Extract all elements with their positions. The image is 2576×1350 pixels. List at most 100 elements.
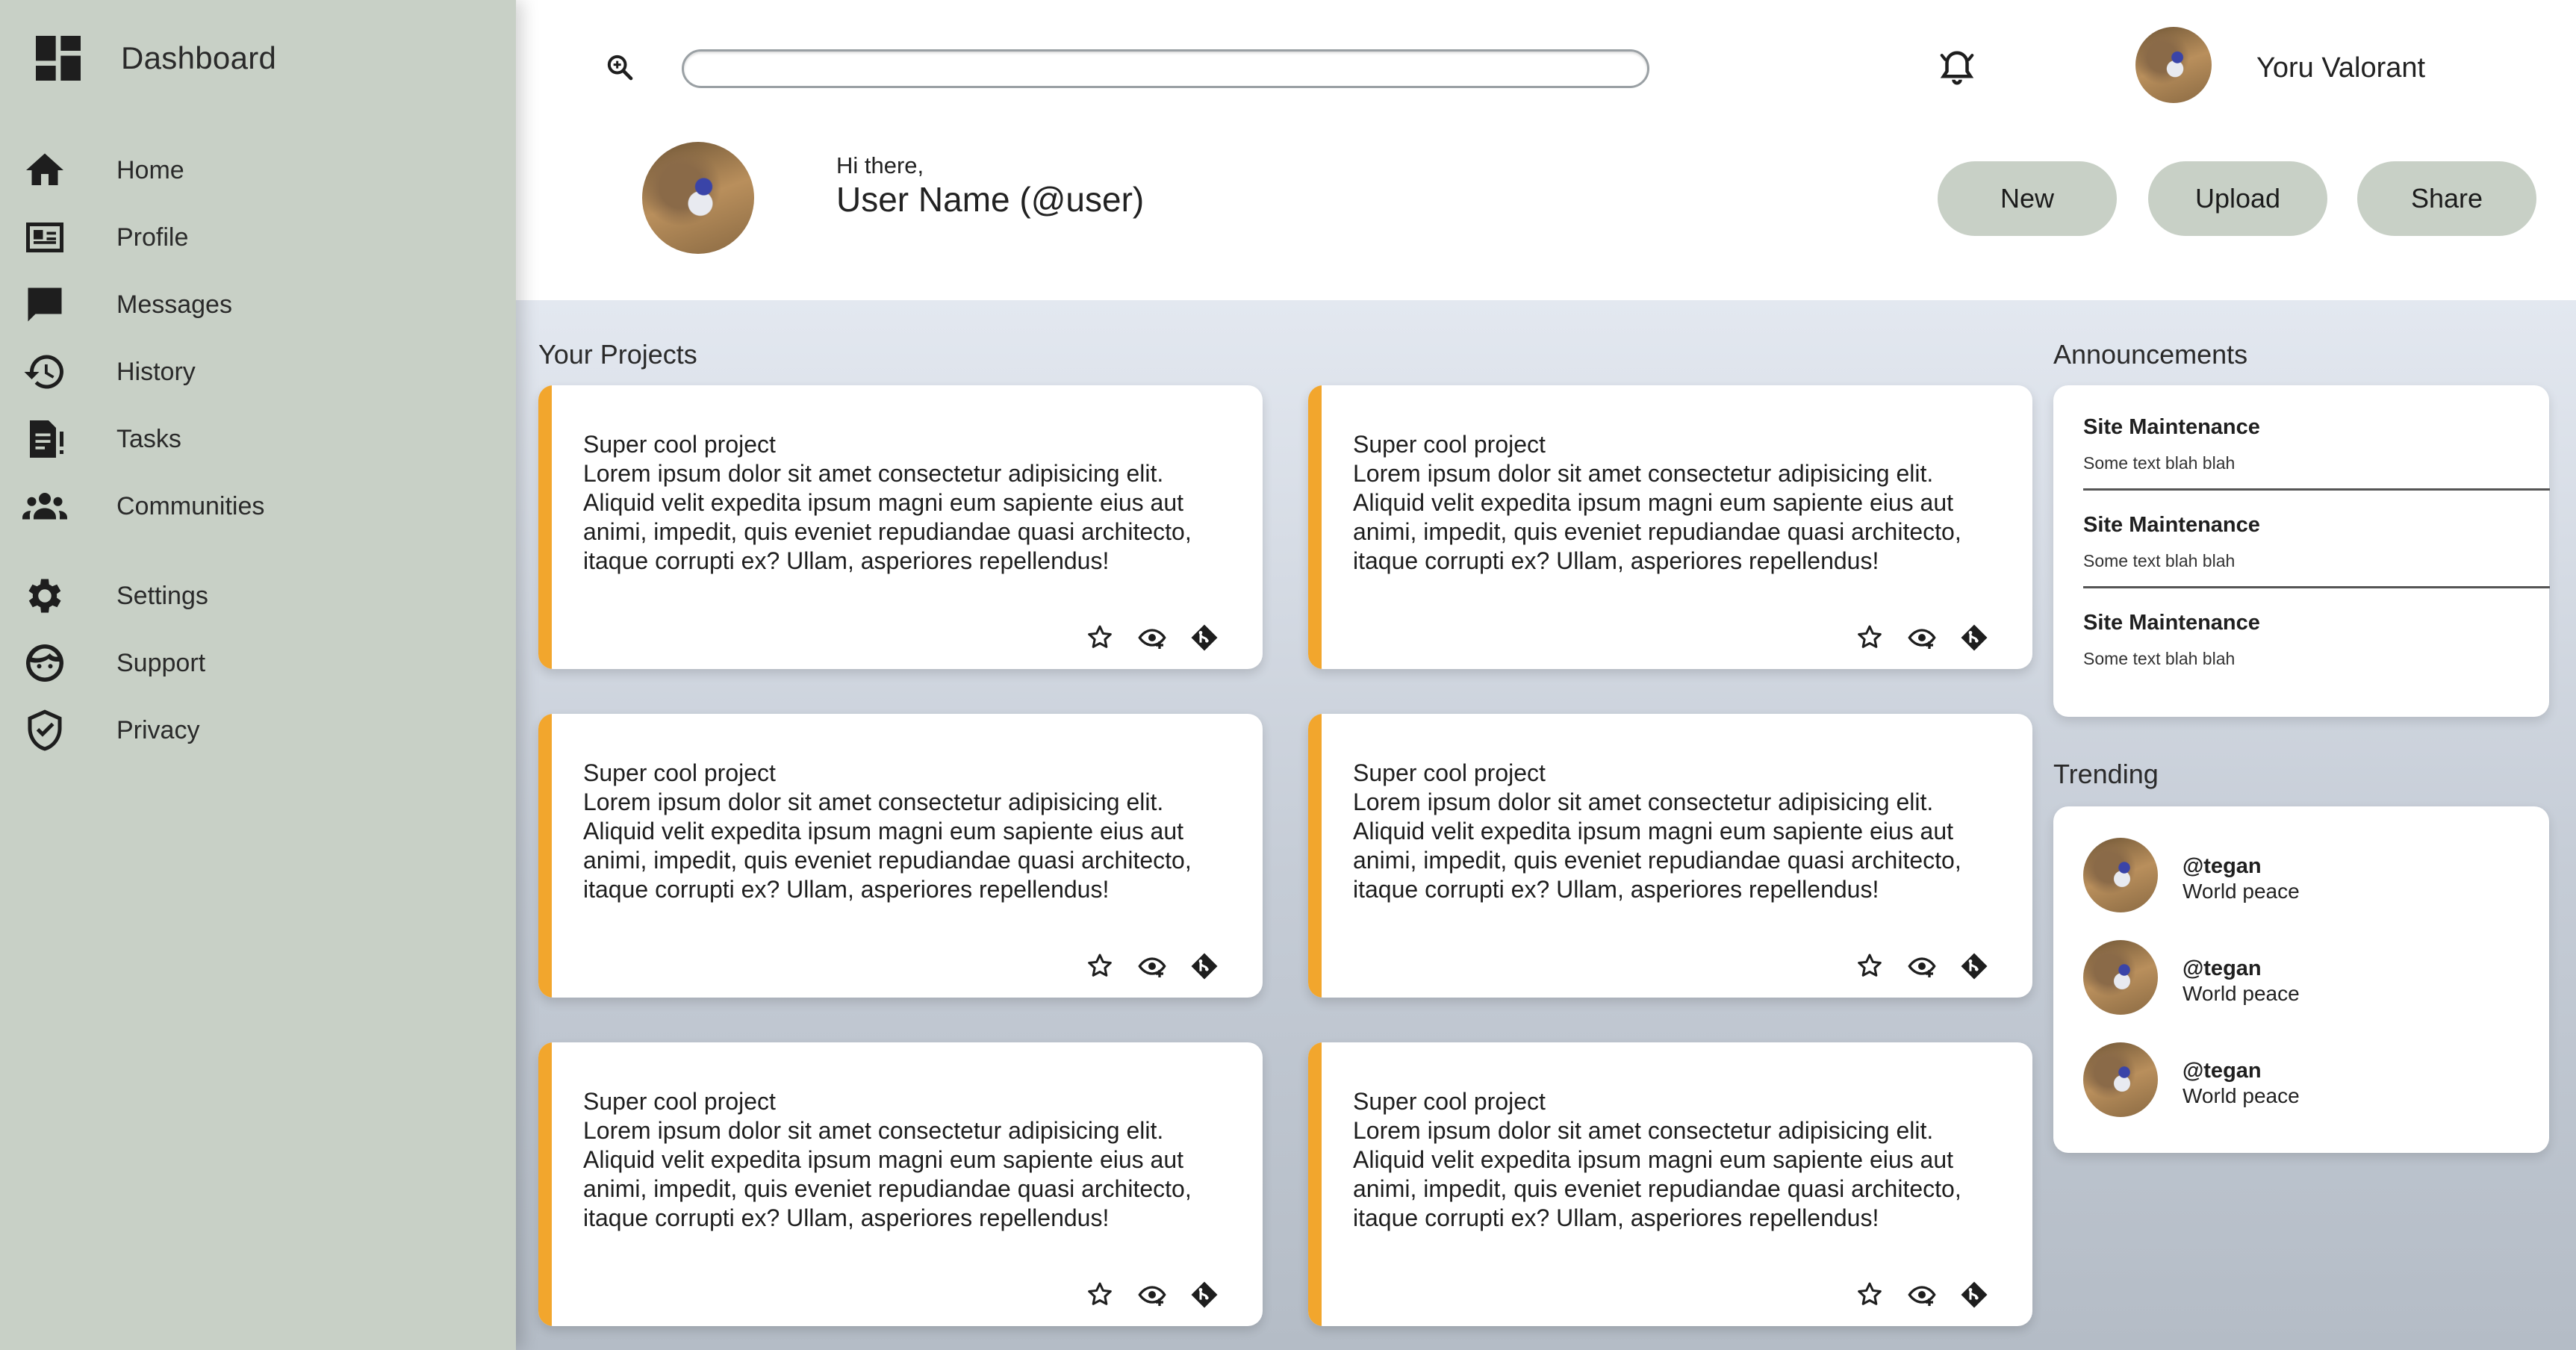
project-card[interactable]: Super cool project Lorem ipsum dolor sit… bbox=[538, 714, 1263, 998]
sidebar-item-communities[interactable]: Communities bbox=[0, 476, 516, 536]
project-card[interactable]: Super cool project Lorem ipsum dolor sit… bbox=[538, 385, 1263, 669]
project-title: Super cool project bbox=[583, 431, 776, 458]
sidebar-item-label: Settings bbox=[116, 581, 208, 610]
card-accent-bar bbox=[1308, 385, 1322, 669]
card-actions bbox=[1855, 951, 1989, 981]
gear-icon bbox=[21, 572, 69, 620]
project-title: Super cool project bbox=[583, 1088, 776, 1115]
support-icon bbox=[21, 639, 69, 687]
fork-icon[interactable] bbox=[1959, 623, 1989, 653]
search-input[interactable] bbox=[682, 49, 1649, 88]
dashboard-icon bbox=[36, 36, 81, 81]
star-icon[interactable] bbox=[1855, 623, 1885, 653]
tasks-icon bbox=[21, 415, 69, 463]
project-card[interactable]: Super cool project Lorem ipsum dolor sit… bbox=[1308, 714, 2032, 998]
trending-text: World peace bbox=[2183, 880, 2300, 903]
sidebar-item-support[interactable]: Support bbox=[0, 633, 516, 693]
trending-handle: @tegan bbox=[2183, 956, 2262, 980]
share-button[interactable]: Share bbox=[2357, 161, 2536, 236]
project-description: Lorem ipsum dolor sit amet consectetur a… bbox=[1353, 788, 1961, 903]
profile-avatar bbox=[642, 142, 754, 254]
card-accent-bar bbox=[1308, 714, 1322, 998]
avatar bbox=[2083, 1042, 2158, 1117]
star-icon[interactable] bbox=[1855, 1280, 1885, 1310]
card-actions bbox=[1085, 623, 1219, 653]
main-content: Your Projects Super cool project Lorem i… bbox=[516, 300, 2576, 1350]
trending-item[interactable]: @tegan World peace bbox=[2083, 940, 2531, 1015]
card-actions bbox=[1855, 623, 1989, 653]
group-icon bbox=[21, 482, 69, 530]
trending-handle: @tegan bbox=[2183, 854, 2262, 878]
sidebar-item-privacy[interactable]: Privacy bbox=[0, 700, 516, 760]
project-description: Lorem ipsum dolor sit amet consectetur a… bbox=[583, 460, 1192, 574]
project-title: Super cool project bbox=[1353, 431, 1546, 458]
shield-icon bbox=[21, 706, 69, 754]
sidebar-item-settings[interactable]: Settings bbox=[0, 566, 516, 626]
project-card[interactable]: Super cool project Lorem ipsum dolor sit… bbox=[1308, 385, 2032, 669]
project-description: Lorem ipsum dolor sit amet consectetur a… bbox=[1353, 1117, 1961, 1231]
user-handle: User Name (@user) bbox=[836, 180, 1145, 219]
divider bbox=[2083, 488, 2550, 491]
sidebar-item-label: Communities bbox=[116, 491, 265, 520]
card-accent-bar bbox=[1308, 1042, 1322, 1326]
fork-icon[interactable] bbox=[1189, 951, 1219, 981]
watch-icon[interactable] bbox=[1137, 1280, 1167, 1310]
id-card-icon bbox=[21, 214, 69, 261]
trending-text: World peace bbox=[2183, 982, 2300, 1005]
announcement-item[interactable]: Site Maintenance Some text blah blah bbox=[2083, 415, 2550, 473]
project-card[interactable]: Super cool project Lorem ipsum dolor sit… bbox=[1308, 1042, 2032, 1326]
announcement-item[interactable]: Site Maintenance Some text blah blah bbox=[2083, 513, 2550, 571]
brand[interactable]: Dashboard bbox=[28, 28, 276, 88]
avatar bbox=[2083, 940, 2158, 1015]
fork-icon[interactable] bbox=[1189, 1280, 1219, 1310]
user-name[interactable]: Yoru Valorant bbox=[2256, 52, 2425, 84]
header: Yoru Valorant Hi there, User Name (@user… bbox=[516, 0, 2576, 300]
watch-icon[interactable] bbox=[1137, 623, 1167, 653]
card-actions bbox=[1085, 951, 1219, 981]
history-icon bbox=[21, 348, 69, 396]
bell-icon[interactable] bbox=[1937, 48, 1977, 88]
sidebar-item-tasks[interactable]: Tasks bbox=[0, 409, 516, 469]
trending-handle: @tegan bbox=[2183, 1059, 2262, 1083]
star-icon[interactable] bbox=[1085, 1280, 1115, 1310]
sidebar-item-messages[interactable]: Messages bbox=[0, 275, 516, 335]
projects-title: Your Projects bbox=[538, 339, 697, 370]
announcements-panel: Site Maintenance Some text blah blah Sit… bbox=[2053, 385, 2550, 717]
greeting-text: Hi there, bbox=[836, 152, 924, 178]
trending-item[interactable]: @tegan World peace bbox=[2083, 838, 2531, 912]
announcement-title: Site Maintenance bbox=[2083, 415, 2260, 439]
announcement-title: Site Maintenance bbox=[2083, 513, 2260, 537]
watch-icon[interactable] bbox=[1907, 951, 1937, 981]
brand-title: Dashboard bbox=[121, 40, 277, 75]
star-icon[interactable] bbox=[1085, 951, 1115, 981]
sidebar-item-home[interactable]: Home bbox=[0, 140, 516, 200]
chat-icon bbox=[21, 281, 69, 329]
project-title: Super cool project bbox=[1353, 759, 1546, 786]
avatar[interactable] bbox=[2135, 27, 2212, 103]
sidebar-item-history[interactable]: History bbox=[0, 342, 516, 402]
watch-icon[interactable] bbox=[1907, 1280, 1937, 1310]
project-card[interactable]: Super cool project Lorem ipsum dolor sit… bbox=[538, 1042, 1263, 1326]
trending-title: Trending bbox=[2053, 759, 2159, 789]
announcements-title: Announcements bbox=[2053, 339, 2248, 370]
announcement-item[interactable]: Site Maintenance Some text blah blah bbox=[2083, 611, 2550, 669]
announcement-text: Some text blah blah bbox=[2083, 453, 2236, 473]
project-title: Super cool project bbox=[583, 759, 776, 786]
trending-item[interactable]: @tegan World peace bbox=[2083, 1042, 2531, 1117]
search-icon[interactable] bbox=[605, 52, 635, 82]
fork-icon[interactable] bbox=[1959, 951, 1989, 981]
star-icon[interactable] bbox=[1085, 623, 1115, 653]
watch-icon[interactable] bbox=[1907, 623, 1937, 653]
new-button[interactable]: New bbox=[1938, 161, 2117, 236]
fork-icon[interactable] bbox=[1189, 623, 1219, 653]
watch-icon[interactable] bbox=[1137, 951, 1167, 981]
card-actions bbox=[1085, 1280, 1219, 1310]
upload-button[interactable]: Upload bbox=[2148, 161, 2327, 236]
star-icon[interactable] bbox=[1855, 951, 1885, 981]
announcement-text: Some text blah blah bbox=[2083, 551, 2236, 570]
sidebar-item-label: Tasks bbox=[116, 424, 181, 453]
project-description: Lorem ipsum dolor sit amet consectetur a… bbox=[583, 1117, 1192, 1231]
project-description: Lorem ipsum dolor sit amet consectetur a… bbox=[1353, 460, 1961, 574]
fork-icon[interactable] bbox=[1959, 1280, 1989, 1310]
sidebar-item-profile[interactable]: Profile bbox=[0, 208, 516, 267]
